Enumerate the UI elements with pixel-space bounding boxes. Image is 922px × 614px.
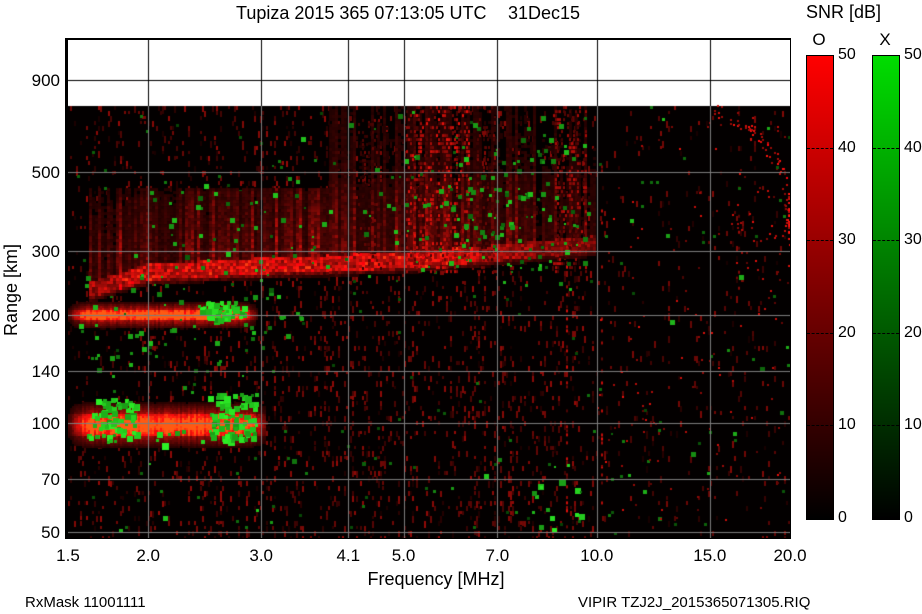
x-tick-label: 5.0: [391, 546, 416, 565]
y-tick-label: 50: [41, 522, 60, 542]
colorbar-tick-label: 20: [838, 323, 856, 341]
colorbar-tick-label: 10: [904, 416, 922, 434]
y-tick-label: 100: [31, 414, 60, 434]
colorbar-tick-dash: [873, 240, 899, 242]
source-file-annotation: VIPIR TZJ2J_2015365071305.RIQ: [578, 594, 811, 611]
colorbar-tick-label: 50: [838, 46, 856, 63]
colorbar-tick-label: 0: [904, 509, 913, 526]
x-tick-label: 10.0: [580, 546, 614, 565]
snr-legend-title: SNR [dB]: [806, 2, 882, 22]
y-tick-label: 900: [31, 70, 60, 90]
x-axis-title: Frequency [MHz]: [367, 569, 505, 589]
colorbar-tick-label: 0: [838, 509, 847, 526]
x-tick-label: 1.5: [56, 546, 80, 565]
colorbar-tick-label: 30: [904, 231, 922, 249]
colorbar-tick-dash: [807, 425, 833, 427]
colorbar-tick-label: 40: [838, 138, 856, 156]
y-tick-label: 500: [31, 162, 60, 182]
plot-date: 31Dec15: [508, 3, 581, 23]
x-tick-label: 4.1: [336, 546, 361, 565]
x-tick-label: 7.0: [485, 546, 510, 565]
colorbar-tick-dash: [807, 147, 833, 149]
y-tick-label: 70: [41, 470, 60, 489]
y-tick-label: 300: [31, 242, 60, 262]
colorbar-tick-label: 30: [838, 231, 856, 249]
x-mode-label: X: [879, 30, 891, 49]
ionogram-viewer: Tupiza 2015 365 07:13:05 UTC 31Dec15 SNR…: [0, 0, 922, 614]
plot-frame: [65, 38, 791, 539]
colorbar-tick-dash: [873, 147, 899, 149]
ionogram-heatmap-canvas: [68, 40, 790, 538]
colorbar-tick-label: 10: [838, 416, 856, 434]
o-mode-label: O: [812, 30, 826, 49]
x-tick-label: 15.0: [693, 546, 727, 565]
y-tick-label: 200: [31, 305, 60, 325]
plot-title: Tupiza 2015 365 07:13:05 UTC: [236, 3, 487, 23]
x-tick-label: 2.0: [136, 546, 160, 565]
colorbar-tick-label: 20: [904, 323, 922, 341]
colorbar-x-mode: [872, 55, 900, 520]
colorbar-o-mode: [806, 55, 834, 520]
colorbar-tick-label: 50: [904, 46, 922, 63]
colorbar-tick-dash: [807, 240, 833, 242]
x-tick-label: 3.0: [249, 546, 274, 565]
x-tick-label: 20.0: [773, 546, 807, 565]
colorbar-tick-dash: [807, 332, 833, 334]
y-tick-label: 140: [31, 361, 60, 381]
colorbar-tick-dash: [873, 332, 899, 334]
colorbar-tick-dash: [873, 425, 899, 427]
rxmask-annotation: RxMask 11001111: [25, 594, 146, 611]
colorbar-tick-label: 40: [904, 138, 922, 156]
